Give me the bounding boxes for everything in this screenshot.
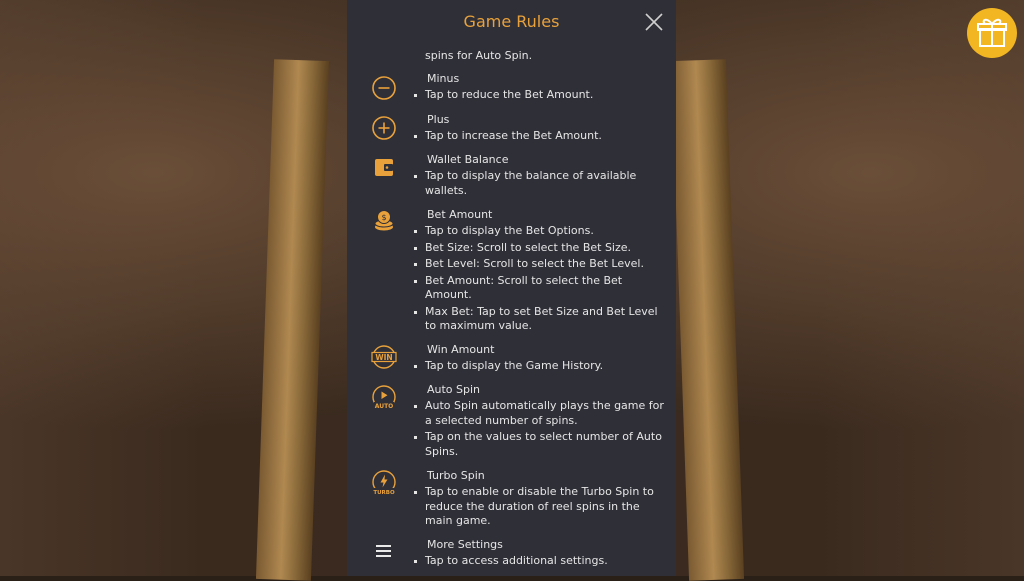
rule-item: Bet Amount: Scroll to select the Bet Amo… bbox=[414, 274, 665, 303]
rule-name: Minus bbox=[427, 72, 460, 85]
svg-text:WIN: WIN bbox=[375, 353, 392, 362]
rule-item: Tap to access additional settings. bbox=[414, 554, 665, 569]
rule-item: Tap to enable or disable the Turbo Spin … bbox=[414, 485, 665, 529]
rule-list: Tap to reduce the Bet Amount. bbox=[414, 88, 665, 105]
rule-name: Turbo Spin bbox=[427, 469, 485, 482]
rule-item: Tap to display the Game History. bbox=[414, 359, 665, 374]
rule-list: Auto Spin automatically plays the game f… bbox=[414, 399, 665, 461]
rule-list: Tap to display the balance of available … bbox=[414, 169, 665, 200]
turbo-spin-icon: TURBO bbox=[371, 470, 397, 496]
rule-list: Tap to display the Game History. bbox=[414, 359, 665, 376]
rule-item: Auto Spin automatically plays the game f… bbox=[414, 399, 664, 427]
panel-header: Game Rules bbox=[347, 0, 676, 48]
auto-spin-icon: AUTO bbox=[371, 385, 397, 411]
gift-button[interactable] bbox=[967, 8, 1017, 58]
rule-list: Tap to access additional settings. bbox=[414, 554, 665, 571]
svg-text:AUTO: AUTO bbox=[375, 403, 394, 410]
rule-name: Plus bbox=[427, 113, 450, 126]
panel-title: Game Rules bbox=[463, 12, 560, 31]
rule-item: Bet Size: Scroll to select the Bet Size. bbox=[414, 241, 665, 256]
plus-icon bbox=[371, 115, 397, 141]
rule-list: Tap to increase the Bet Amount. bbox=[414, 129, 665, 146]
wallet-icon bbox=[371, 154, 397, 180]
menu-icon bbox=[371, 538, 397, 564]
rule-item: Tap to increase the Bet Amount. bbox=[414, 129, 665, 144]
coins-icon: $ bbox=[371, 208, 397, 234]
rule-name: More Settings bbox=[427, 538, 503, 551]
svg-text:TURBO: TURBO bbox=[373, 490, 395, 496]
close-icon bbox=[645, 13, 663, 31]
minus-icon bbox=[371, 75, 397, 101]
rule-item: Tap to display the balance of available … bbox=[414, 169, 665, 198]
rule-name: Bet Amount bbox=[427, 208, 493, 221]
rule-item: Max Bet: Tap to set Bet Size and Bet Lev… bbox=[414, 305, 665, 334]
svg-text:$: $ bbox=[381, 213, 386, 222]
rule-name: Wallet Balance bbox=[427, 153, 509, 166]
rule-item: Tap on the values to select number of Au… bbox=[414, 430, 665, 459]
rule-name: Win Amount bbox=[427, 343, 495, 356]
partial-rule-text: spins for Auto Spin. bbox=[425, 49, 533, 62]
rule-item: Tap to reduce the Bet Amount. bbox=[414, 88, 665, 103]
gift-icon bbox=[977, 18, 1007, 47]
rule-list: Tap to enable or disable the Turbo Spin … bbox=[414, 485, 665, 531]
rule-list: Tap to display the Bet Options. Bet Size… bbox=[414, 224, 665, 336]
rule-item: Bet Level: Scroll to select the Bet Leve… bbox=[414, 257, 665, 272]
win-icon: WIN bbox=[371, 344, 397, 370]
close-button[interactable] bbox=[644, 12, 664, 32]
rule-name: Auto Spin bbox=[427, 383, 481, 396]
rule-item: Tap to display the Bet Options. bbox=[414, 224, 665, 239]
game-rules-panel[interactable]: Game Rules spins for Auto Spin. Minus Ta… bbox=[347, 0, 676, 576]
